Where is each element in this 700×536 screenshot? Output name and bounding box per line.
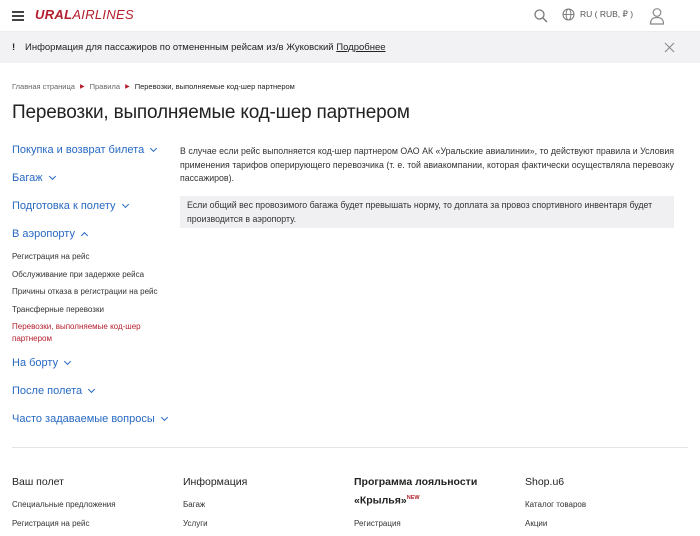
search-icon[interactable]	[533, 8, 549, 24]
chevron-down-icon	[150, 144, 158, 153]
sidebar-item-onboard[interactable]: На борту	[12, 356, 172, 370]
breadcrumb-item-current: Перевозки, выполняемые код-шер партнером	[134, 82, 295, 91]
footer-divider	[12, 447, 688, 448]
user-icon[interactable]	[649, 7, 665, 25]
chevron-down-icon	[48, 172, 56, 181]
sidebar-item-faq[interactable]: Часто задаваемые вопросы	[12, 412, 172, 426]
alert-icon: !	[12, 42, 16, 53]
chevron-down-icon	[64, 357, 72, 366]
sidebar-item-baggage[interactable]: Багаж	[12, 171, 172, 185]
chevron-down-icon	[88, 385, 96, 394]
menu-icon[interactable]	[12, 11, 24, 21]
footer-col-title-line2: «Крылья»NEW	[354, 494, 420, 507]
breadcrumb-separator-icon: ▶	[125, 84, 130, 90]
footer-col-info: Информация Багаж Услуги	[183, 474, 343, 529]
footer-col-loyalty: Программа лояльности «Крылья»NEW Регистр…	[354, 474, 514, 529]
sidebar-subitem-transfer[interactable]: Трансферные перевозки	[12, 304, 172, 316]
sidebar-subitem-codeshare[interactable]: Перевозки, выполняемые код-шер партнером	[12, 321, 162, 345]
chevron-down-icon	[121, 200, 129, 209]
footer-col-shop: Shop.u6 Каталог товаров Акции	[525, 474, 685, 529]
globe-icon	[562, 8, 575, 21]
sidebar-item-airport[interactable]: В аэропорту	[12, 227, 172, 241]
footer-link[interactable]: Багаж	[183, 500, 343, 510]
sidebar-subitem-delay[interactable]: Обслуживание при задержке рейса	[12, 269, 172, 281]
footer-col-title: Информация	[183, 476, 248, 488]
footer-link[interactable]: Услуги	[183, 519, 343, 529]
sidebar-item-tickets[interactable]: Покупка и возврат билета	[12, 143, 172, 157]
sidebar-item-after-flight[interactable]: После полета	[12, 384, 172, 398]
footer-link[interactable]: Специальные предложения	[12, 500, 172, 510]
sidebar-item-preparation[interactable]: Подготовка к полету	[12, 199, 172, 213]
logo[interactable]: URALAIRLINES	[35, 7, 134, 22]
footer-col-title: Shop.u6	[525, 476, 565, 488]
footer-col-title: Ваш полет	[12, 476, 64, 488]
breadcrumb-item-rules[interactable]: Правила	[90, 82, 120, 91]
footer-link[interactable]: Акции	[525, 519, 685, 529]
page-title: Перевозки, выполняемые код-шер партнером	[12, 102, 410, 123]
chevron-up-icon	[80, 231, 89, 240]
sidebar-subitem-checkin[interactable]: Регистрация на рейс	[12, 251, 172, 263]
notice-more-link[interactable]: Подробнее	[336, 42, 385, 53]
notice-bar: ! Информация для пассажиров по отмененны…	[0, 32, 700, 63]
footer-col-your-flight: Ваш полет Специальные предложения Регист…	[12, 474, 172, 529]
breadcrumb: Главная страница ▶ Правила ▶ Перевозки, …	[12, 82, 295, 91]
footer-link[interactable]: Регистрация на рейс	[12, 519, 172, 529]
footer-link[interactable]: Регистрация	[354, 519, 514, 529]
new-badge: NEW	[406, 495, 420, 501]
info-note: Если общий вес провозимого багажа будет …	[180, 196, 674, 228]
breadcrumb-separator-icon: ▶	[79, 84, 85, 90]
close-icon[interactable]	[664, 42, 675, 53]
footer-link[interactable]: Каталог товаров	[525, 500, 685, 510]
footer-col-title: Программа лояльности	[354, 476, 478, 488]
chevron-down-icon	[160, 413, 168, 422]
notice-text: Информация для пассажиров по отмененным …	[25, 42, 386, 53]
language-label: RU ( RUB, ₽ )	[580, 9, 634, 19]
sidebar-nav: Покупка и возврат билета Багаж Подготовк…	[12, 143, 172, 426]
content-paragraph: В случае если рейс выполняется код-шер п…	[180, 146, 674, 183]
sidebar-subitem-refusal[interactable]: Причины отказа в регистрации на рейс	[12, 286, 172, 298]
language-selector[interactable]: RU ( RUB, ₽ )	[562, 8, 633, 21]
top-header: URALAIRLINES RU ( RUB, ₽ )	[0, 0, 700, 32]
breadcrumb-item-home[interactable]: Главная страница	[12, 82, 75, 91]
